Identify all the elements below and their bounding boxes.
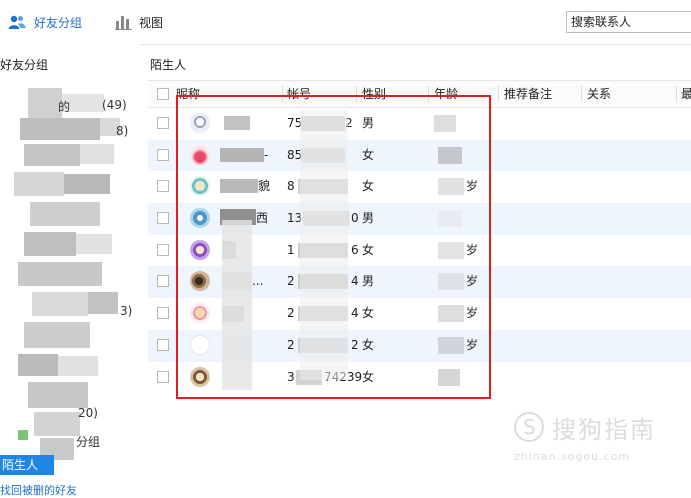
section-title: 陌生人 bbox=[150, 58, 187, 72]
gender-cell: 女 bbox=[362, 179, 375, 194]
table-row[interactable]: 75 2 男 bbox=[148, 108, 691, 140]
age-cell: 岁 bbox=[466, 306, 479, 321]
gender-cell: 女 bbox=[362, 147, 375, 162]
nickname-cell: - bbox=[264, 147, 269, 162]
column-header-age[interactable]: 年龄 bbox=[434, 81, 458, 107]
account-cell: 2 bbox=[287, 274, 295, 289]
avatar bbox=[190, 113, 210, 133]
view-label: 视图 bbox=[139, 15, 164, 30]
row-checkbox[interactable] bbox=[157, 275, 169, 288]
nickname-cell: ... bbox=[252, 274, 264, 289]
sidebar-group-fragment: 8) bbox=[116, 124, 129, 138]
age-cell: 岁 bbox=[466, 274, 479, 289]
view-tab[interactable]: 视图 bbox=[115, 12, 163, 32]
account-cell-tail: 4 bbox=[351, 274, 359, 289]
avatar bbox=[190, 303, 210, 324]
avatar bbox=[190, 334, 210, 355]
search-input[interactable] bbox=[566, 11, 691, 33]
table-header: 昵称 帐号 性别 年龄 推荐备注 关系 最 bbox=[148, 80, 691, 108]
table-row[interactable]: - 85 女 bbox=[148, 139, 691, 172]
avatar bbox=[190, 271, 210, 292]
watermark-text: 搜狗指南 bbox=[552, 416, 656, 444]
account-cell: 3 bbox=[287, 369, 295, 384]
friends-icon bbox=[8, 15, 26, 29]
row-checkbox[interactable] bbox=[157, 148, 169, 161]
sidebar-group-fragment: 20) bbox=[78, 406, 98, 420]
sidebar-group-fragment: 的 bbox=[58, 100, 71, 114]
sidebar: 好友分组 的 (49) 8) 3) 20) 分组 陌生人(9) 找回被删的好友 bbox=[0, 44, 140, 497]
recover-deleted-friends-link[interactable]: 找回被删的好友 bbox=[0, 482, 77, 498]
account-cell: 2 bbox=[287, 337, 295, 352]
avatar bbox=[190, 366, 210, 387]
row-checkbox[interactable] bbox=[157, 370, 169, 383]
row-checkbox[interactable] bbox=[157, 338, 169, 351]
avatar bbox=[190, 176, 210, 197]
row-checkbox[interactable] bbox=[157, 212, 169, 225]
sidebar-title: 好友分组 bbox=[0, 58, 49, 72]
watermark-url: zhinan.sogou.com bbox=[514, 450, 631, 463]
column-header-relation[interactable]: 关系 bbox=[587, 81, 611, 107]
account-cell-tail: 0 bbox=[351, 211, 359, 226]
row-checkbox[interactable] bbox=[157, 117, 169, 129]
account-cell-tail: 6 bbox=[351, 242, 359, 257]
row-checkbox[interactable] bbox=[157, 243, 169, 256]
column-header-last[interactable]: 最 bbox=[681, 81, 691, 107]
column-header-nickname[interactable]: 昵称 bbox=[176, 81, 200, 107]
friends-group-tab[interactable]: 好友分组 bbox=[8, 12, 82, 32]
sogou-logo-icon bbox=[514, 412, 544, 442]
nickname-cell: 西 bbox=[256, 211, 269, 226]
row-checkbox[interactable] bbox=[157, 307, 169, 320]
account-cell-tail: 2 bbox=[351, 337, 359, 352]
column-header-recommend-note[interactable]: 推荐备注 bbox=[504, 81, 552, 107]
select-all-checkbox[interactable] bbox=[157, 88, 169, 100]
age-cell: 岁 bbox=[466, 242, 479, 257]
sidebar-group-fragment: (49) bbox=[102, 98, 127, 112]
watermark: 搜狗指南 zhinan.sogou.com bbox=[514, 410, 684, 470]
gender-cell: 女 bbox=[362, 306, 375, 321]
account-cell: 8 bbox=[287, 179, 295, 194]
friends-group-label: 好友分组 bbox=[34, 15, 83, 30]
avatar bbox=[190, 239, 210, 260]
age-cell: 岁 bbox=[466, 179, 479, 194]
sidebar-group-fragment: 3) bbox=[120, 304, 133, 318]
table-row[interactable]: 貌 8 女 岁 bbox=[148, 171, 691, 203]
account-cell: 1 bbox=[287, 242, 295, 257]
gender-cell: 女 bbox=[362, 369, 375, 384]
gender-cell: 男 bbox=[362, 116, 375, 130]
sidebar-group-fragment: 分组 bbox=[76, 435, 101, 449]
gender-cell: 男 bbox=[362, 211, 375, 226]
account-cell: 2 bbox=[287, 306, 295, 321]
account-cell-tail: 4 bbox=[351, 306, 359, 321]
age-cell: 岁 bbox=[466, 337, 479, 352]
column-header-account[interactable]: 帐号 bbox=[287, 81, 311, 107]
gender-cell: 女 bbox=[362, 242, 375, 257]
avatar bbox=[190, 208, 210, 229]
column-header-gender[interactable]: 性别 bbox=[362, 81, 386, 107]
avatar bbox=[190, 144, 210, 165]
row-checkbox[interactable] bbox=[157, 180, 169, 193]
gender-cell: 男 bbox=[362, 274, 375, 289]
gender-cell: 女 bbox=[362, 337, 375, 352]
sidebar-item-strangers[interactable]: 陌生人(9) bbox=[0, 455, 54, 492]
pixelated-group-list bbox=[0, 84, 135, 464]
pixelation-band bbox=[222, 220, 252, 390]
pixelation-band bbox=[300, 110, 348, 380]
bar-chart-icon bbox=[115, 16, 132, 30]
nickname-cell: 貌 bbox=[258, 179, 271, 194]
toolbar: 好友分组 视图 bbox=[0, 0, 691, 45]
